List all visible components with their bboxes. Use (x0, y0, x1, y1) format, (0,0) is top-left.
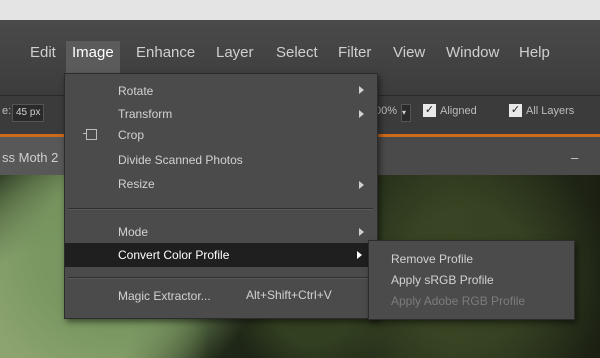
menu-separator (68, 277, 373, 279)
magic-extractor-shortcut: Alt+Shift+Ctrl+V (246, 288, 332, 302)
menu-item-mode[interactable]: Mode (118, 225, 148, 239)
menu-item-resize[interactable]: Resize (118, 177, 155, 191)
document-title: ss Moth 2 (2, 150, 59, 165)
menu-filter[interactable]: Filter (338, 44, 371, 61)
image-menu-dropdown (64, 73, 378, 319)
submenu-apply-srgb[interactable]: Apply sRGB Profile (391, 273, 494, 287)
chevron-down-icon: ▾ (402, 108, 407, 117)
menu-view[interactable]: View (393, 44, 425, 61)
menu-item-crop[interactable]: Crop (118, 128, 144, 142)
brush-size-label: e: (2, 105, 12, 117)
all-layers-checkbox[interactable]: ✓ (509, 104, 522, 117)
menu-help[interactable]: Help (519, 44, 550, 61)
window-top-strip (0, 0, 600, 20)
submenu-remove-profile[interactable]: Remove Profile (391, 252, 473, 266)
opacity-value[interactable]: 00% (375, 105, 397, 117)
menu-edit[interactable]: Edit (30, 44, 56, 61)
menu-window[interactable]: Window (446, 44, 499, 61)
menu-item-divide-scanned[interactable]: Divide Scanned Photos (118, 153, 243, 167)
all-layers-label: All Layers (526, 105, 575, 117)
submenu-arrow-icon (359, 228, 364, 236)
menu-separator (68, 208, 373, 210)
submenu-arrow-icon (359, 86, 364, 94)
menu-select[interactable]: Select (276, 44, 318, 61)
aligned-label: Aligned (440, 105, 477, 117)
submenu-arrow-icon (359, 181, 364, 189)
crop-icon (83, 129, 97, 140)
menu-enhance[interactable]: Enhance (136, 44, 195, 61)
minimize-button[interactable]: – (571, 150, 578, 165)
aligned-checkbox[interactable]: ✓ (423, 104, 436, 117)
menu-item-magic-extractor[interactable]: Magic Extractor... (118, 289, 211, 303)
menu-item-transform[interactable]: Transform (118, 107, 172, 121)
opacity-dropdown[interactable]: ▾ (401, 104, 411, 122)
submenu-arrow-icon (359, 110, 364, 118)
menu-layer[interactable]: Layer (216, 44, 254, 61)
menu-item-rotate[interactable]: Rotate (118, 84, 153, 98)
submenu-apply-adobe-rgb: Apply Adobe RGB Profile (391, 294, 526, 308)
submenu-arrow-icon (357, 251, 362, 259)
menu-item-convert-color-profile[interactable]: Convert Color Profile (118, 248, 229, 262)
menu-image[interactable]: Image (66, 41, 120, 76)
brush-size-field[interactable]: 45 px (12, 104, 45, 122)
